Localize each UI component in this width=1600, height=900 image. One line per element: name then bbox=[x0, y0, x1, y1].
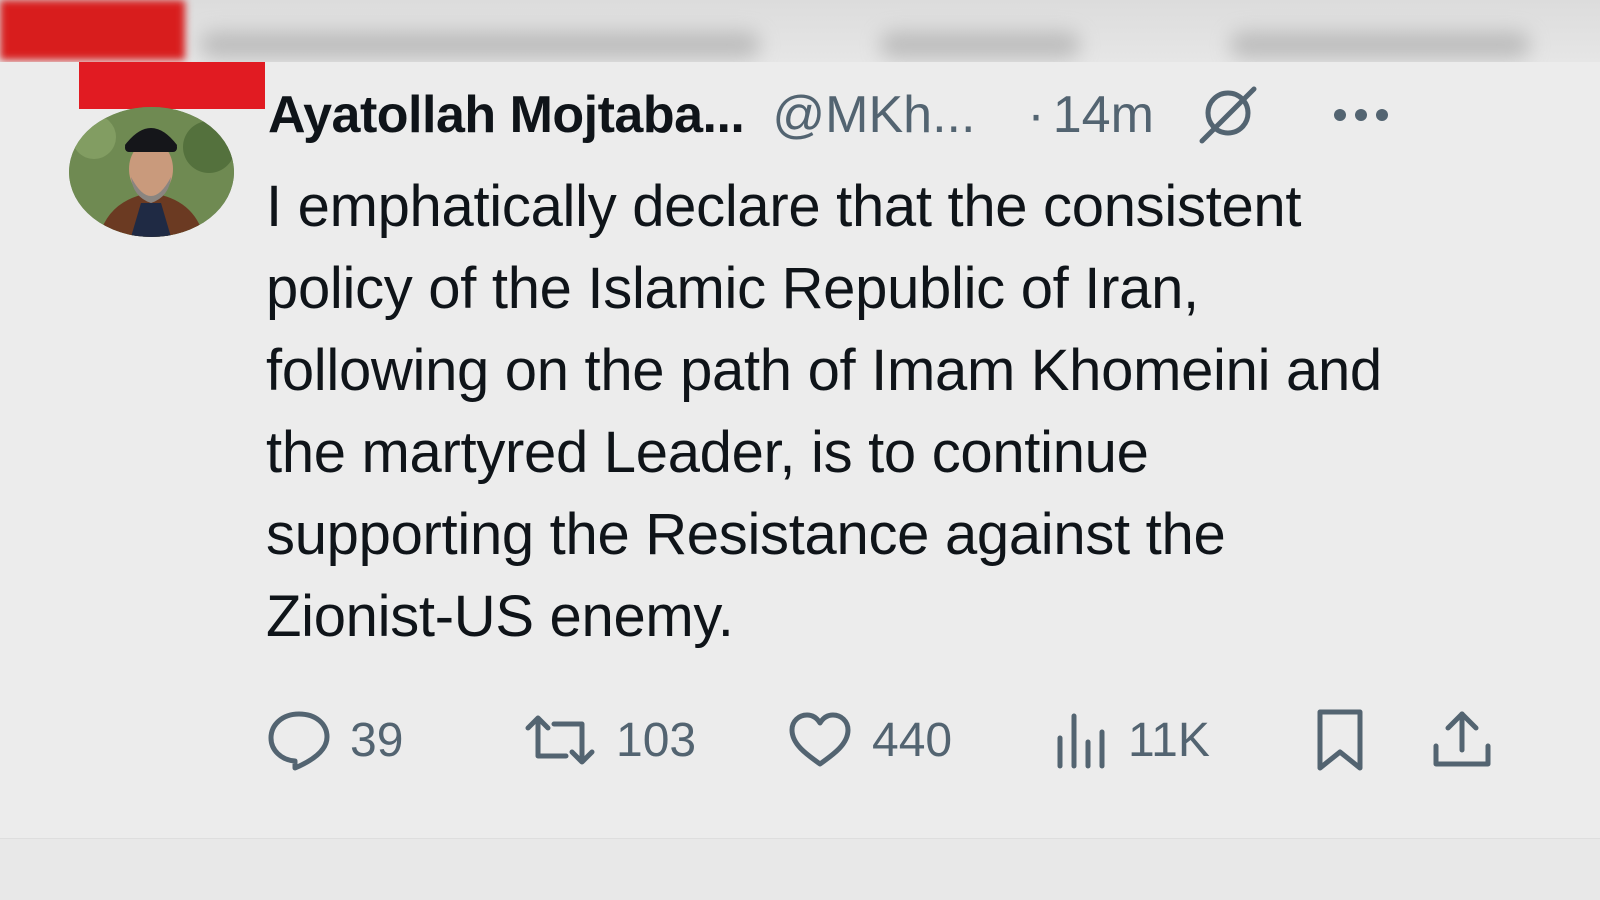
blurred-previous-post bbox=[0, 0, 1600, 62]
like-button[interactable]: 440 bbox=[786, 700, 952, 780]
reply-icon bbox=[268, 711, 330, 771]
reply-count: 39 bbox=[350, 713, 404, 767]
like-count: 440 bbox=[872, 713, 953, 767]
tweet-body: I emphatically declare that the consiste… bbox=[266, 174, 1382, 649]
author-name[interactable]: Ayatollah Mojtaba... bbox=[268, 85, 745, 145]
avatar-portrait bbox=[69, 107, 234, 237]
repost-button[interactable]: 103 bbox=[522, 700, 696, 780]
share-icon bbox=[1433, 711, 1491, 767]
blurred-text bbox=[200, 32, 760, 58]
blurred-text bbox=[880, 32, 1080, 58]
separator-dot: · bbox=[1027, 86, 1045, 144]
repost-icon bbox=[525, 715, 595, 765]
screenshot-stage: Ayatollah Mojtaba... @MKh... · 14m I emp… bbox=[0, 0, 1600, 900]
views-icon bbox=[1057, 713, 1105, 769]
author-handle[interactable]: @MKh... bbox=[772, 85, 975, 145]
share-button[interactable] bbox=[1430, 700, 1494, 780]
blurred-text bbox=[1230, 32, 1530, 58]
tweet-header: Ayatollah Mojtaba... @MKh... · 14m bbox=[268, 80, 1538, 150]
views-button[interactable]: 11K bbox=[1052, 700, 1210, 780]
grok-icon[interactable] bbox=[1192, 81, 1260, 149]
views-count: 11K bbox=[1128, 713, 1210, 767]
timestamp[interactable]: 14m bbox=[1053, 85, 1154, 145]
heart-icon bbox=[789, 712, 851, 767]
bookmark-button[interactable] bbox=[1312, 700, 1368, 780]
reply-button[interactable]: 39 bbox=[266, 700, 403, 780]
more-options-icon[interactable] bbox=[1330, 100, 1392, 130]
avatar[interactable] bbox=[69, 107, 234, 237]
bookmark-icon bbox=[1317, 709, 1363, 771]
next-post-edge bbox=[0, 838, 1600, 900]
repost-count: 103 bbox=[616, 713, 697, 767]
tweet-actions: 39 103 440 11K bbox=[266, 700, 1526, 780]
blurred-red-overlay bbox=[0, 0, 185, 60]
red-redaction-bar bbox=[79, 62, 265, 109]
